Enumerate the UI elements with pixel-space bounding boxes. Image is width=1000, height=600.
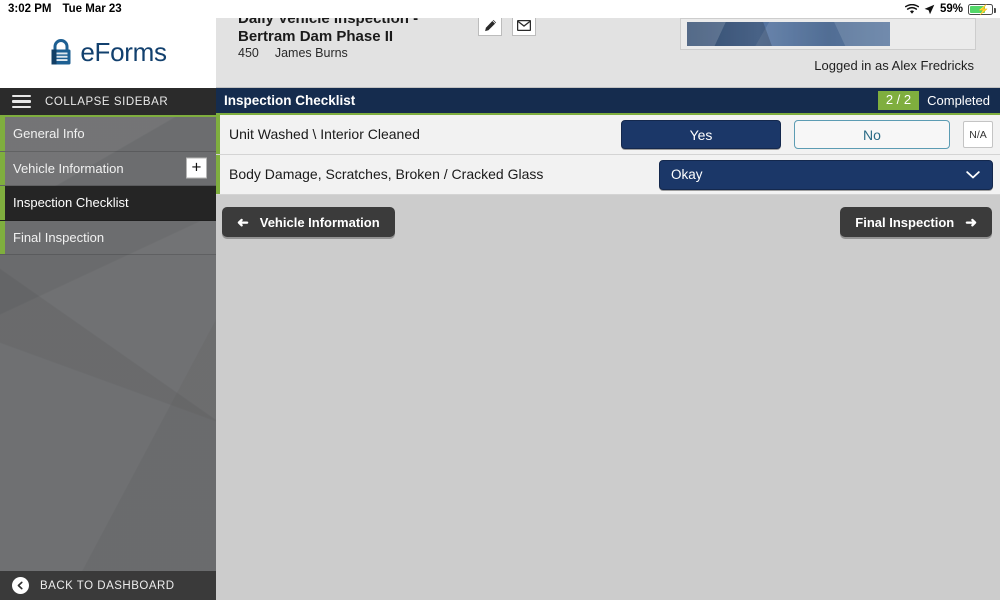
battery-charging-icon: ⚡ [968,3,996,16]
completion-count-badge: 2 / 2 [877,91,920,110]
dropdown-value: Okay [671,167,703,182]
next-section-label: Final Inspection [855,214,955,230]
back-to-dashboard-button[interactable]: BACK TO DASHBOARD [0,571,216,600]
sidebar-nav: General Info Vehicle Information + Inspe… [0,117,216,255]
question-controls: Yes No N/A [621,120,993,149]
sidebar-item-label: Inspection Checklist [13,195,129,211]
form-number: 450 [238,46,259,60]
add-vehicle-information-button[interactable]: + [186,157,207,179]
logged-in-label: Logged in as Alex Fredricks [814,58,974,73]
sidebar-item-final-inspection[interactable]: Final Inspection [0,220,216,255]
section-header: Inspection Checklist 2 / 2 Completed [216,88,1000,115]
arrow-left-icon: ➜ [237,214,249,230]
section-title: Inspection Checklist [224,93,356,108]
sidebar-item-general-info[interactable]: General Info [0,117,216,152]
sidebar-item-label: Final Inspection [13,229,105,245]
previous-section-button[interactable]: ➜ Vehicle Information [222,207,395,237]
back-circle-icon [12,577,29,594]
condition-dropdown[interactable]: Okay [659,159,993,190]
answer-yes-button[interactable]: Yes [621,120,781,149]
wifi-icon [904,3,919,14]
sidebar-item-label: General Info [13,126,85,142]
answer-na-button[interactable]: N/A [963,121,993,148]
sidebar: eForms COLLAPSE SIDEBAR General Info Veh… [0,0,216,600]
checklist-row: Body Damage, Scratches, Broken / Cracked… [216,155,1000,195]
main-content: Daily Vehicle Inspection - Bertram Dam P… [216,0,1000,600]
checklist-row: Unit Washed \ Interior Cleaned Yes No N/… [216,115,1000,155]
completed-label: Completed [927,93,990,108]
form-navigation: ➜ Vehicle Information Final Inspection ➜ [216,195,1000,249]
question-label: Body Damage, Scratches, Broken / Cracked… [229,166,544,182]
sidebar-item-label: Vehicle Information [13,160,124,176]
sidebar-item-vehicle-information[interactable]: Vehicle Information + [0,151,216,186]
envelope-icon [517,19,531,31]
sidebar-item-inspection-checklist[interactable]: Inspection Checklist [0,186,216,221]
pencil-icon [484,19,496,31]
status-date: Tue Mar 23 [62,3,122,15]
next-section-button[interactable]: Final Inspection ➜ [840,207,992,237]
question-controls: Okay [659,159,993,190]
form-author: James Burns [274,46,348,60]
collapse-sidebar-label: COLLAPSE SIDEBAR [45,95,169,108]
arrow-right-icon: ➜ [965,214,977,230]
status-time: 3:02 PM [8,3,52,15]
question-label: Unit Washed \ Interior Cleaned [229,126,420,142]
logo-text: eForms [80,36,167,67]
signature-banner[interactable] [680,18,976,50]
status-bar: 3:02 PM Tue Mar 23 59% ⚡ [0,0,1000,18]
status-bar-right: 59% ⚡ [904,0,996,18]
lock-icon [51,39,71,65]
hamburger-icon [12,94,31,109]
section-status: 2 / 2 Completed [877,91,990,110]
answer-no-button[interactable]: No [794,120,950,149]
form-subtitle: 450 James Burns [238,46,468,60]
location-arrow-icon [924,4,935,14]
signature-fill [687,22,891,46]
battery-percent: 59% [939,3,963,15]
back-to-dashboard-label: BACK TO DASHBOARD [40,579,175,592]
app-root: 3:02 PM Tue Mar 23 59% ⚡ eForms COLLAPSE… [0,0,1000,600]
collapse-sidebar-button[interactable]: COLLAPSE SIDEBAR [0,88,216,117]
previous-section-label: Vehicle Information [259,214,380,230]
chevron-down-icon [966,167,980,182]
status-bar-left: 3:02 PM Tue Mar 23 [0,3,122,15]
